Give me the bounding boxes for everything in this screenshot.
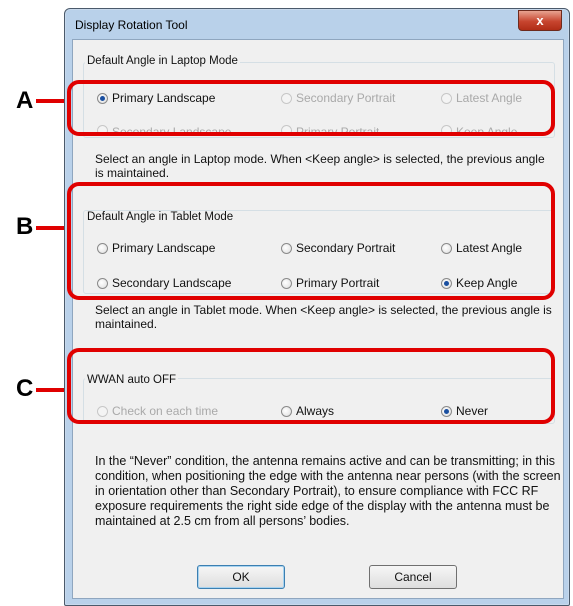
wwan-note: In the “Never” condition, the antenna re… — [95, 454, 561, 528]
laptop-group-title: Default Angle in Laptop Mode — [85, 55, 240, 67]
highlight-box-b — [67, 182, 555, 300]
ok-button[interactable]: OK — [197, 565, 285, 589]
laptop-description: Select an angle in Laptop mode. When <Ke… — [95, 152, 545, 180]
highlight-box-c — [67, 348, 555, 424]
close-icon: x — [536, 13, 544, 28]
tablet-description: Select an angle in Tablet mode. When <Ke… — [95, 303, 552, 331]
callout-label-a: A — [16, 87, 34, 114]
callout-label-b: B — [16, 213, 34, 240]
callout-label-c: C — [16, 375, 34, 402]
window-title: Display Rotation Tool — [75, 18, 188, 32]
title-bar[interactable]: Display Rotation Tool x — [65, 9, 569, 39]
close-button[interactable]: x — [518, 10, 562, 31]
highlight-box-a — [67, 80, 555, 136]
cancel-button[interactable]: Cancel — [369, 565, 457, 589]
